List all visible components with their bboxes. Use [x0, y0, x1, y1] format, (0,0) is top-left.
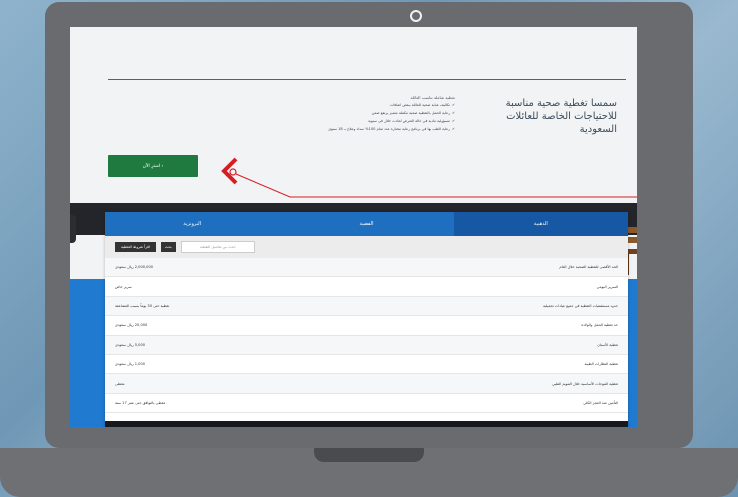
feature-item: ✔تكاليف عناية صحية للعائلة ببعض اضافات — [389, 103, 455, 107]
features-heading: تغطية شاملة تناسب العائلة — [410, 95, 455, 100]
table-row: 20,000 ريال سعودي حد تغطية الحمل والولادة — [105, 316, 628, 336]
panel-footer — [105, 421, 628, 427]
plan-tabs: الذهبية الفضية البرونزية — [105, 212, 628, 236]
panel-toolbar: اقرأ شروط التغطية بحث ابحث من تفاصيل الت… — [105, 236, 628, 258]
row-label: السرير اليومي — [596, 284, 618, 289]
check-icon: ✔ — [451, 111, 455, 115]
row-label: حد تغطية الحمل والولادة — [581, 323, 618, 328]
chevron-left-icon — [221, 157, 238, 185]
hero-title: سمسا تغطية صحية مناسبة للاحتياجات الخاصة… — [505, 98, 617, 135]
row-label: تغطية الأسنان — [597, 342, 618, 347]
row-value: 2,000,000 ريال سعودي — [115, 265, 154, 270]
check-icon: ✔ — [451, 103, 455, 107]
coverage-terms-button[interactable]: اقرأ شروط التغطية — [115, 242, 156, 252]
coverage-table: 2,000,000 ريال سعودي الحد الأقصى للتغطية … — [105, 258, 628, 414]
check-icon: ✔ — [451, 119, 455, 123]
table-row: 2,000,000 ريال سعودي الحد الأقصى للتغطية … — [105, 258, 628, 278]
row-value: 1,000 ريال سعودي — [115, 362, 146, 367]
row-value: تغطية حتى 30 يوماً بسبب المضاعفة — [115, 303, 170, 308]
row-label: التأمين ضد العجز الكلي — [583, 400, 618, 405]
coverage-panel: الذهبية الفضية البرونزية اقرأ شروط التغط… — [105, 212, 628, 427]
check-icon: ✔ — [451, 127, 455, 131]
feature-item: ✔رعاية الحمل بالتغطية صحية مكملة متميز ي… — [371, 111, 455, 115]
buy-now-button[interactable]: اشترِ الآن › — [108, 155, 198, 177]
section-divider — [108, 79, 626, 80]
feature-item: ✔رعاية الطب بها في برنامج رعاية مختارة ع… — [328, 127, 455, 131]
search-input[interactable]: ابحث من تفاصيل التغطية — [180, 241, 255, 253]
search-button[interactable]: بحث — [160, 242, 176, 252]
tab-bronze[interactable]: البرونزية — [105, 212, 279, 236]
camera-icon — [410, 10, 422, 22]
row-value: سرير خاص — [115, 284, 132, 289]
table-row: سرير خاص السرير اليومي — [105, 277, 628, 297]
row-label: حدود مستشفيات التغطية في جميع عيادات تجم… — [543, 303, 618, 308]
features-list: تغطية شاملة تناسب العائلة ✔تكاليف عناية … — [305, 95, 455, 135]
tab-gold[interactable]: الذهبية — [453, 212, 628, 236]
table-row: 5,000 ريال سعودي تغطية الأسنان — [105, 335, 628, 355]
row-label: تغطية النظارات الطبية — [584, 362, 618, 367]
table-row: 1,000 ريال سعودي تغطية النظارات الطبية — [105, 355, 628, 375]
laptop-screen: سمسا تغطية صحية مناسبة للاحتياجات الخاصة… — [70, 27, 637, 427]
feature-item: ✔مسؤولية مادية في حالة التعرض لحادث خلال… — [368, 119, 455, 123]
row-value: مغطى بالتوافق حتى عمر 17 سنة — [115, 400, 166, 405]
row-label: الحد الأقصى للتغطية الصحية خلال العام — [559, 265, 618, 270]
background-shape — [70, 215, 76, 243]
tab-silver[interactable]: الفضية — [279, 212, 453, 236]
table-row: تغطية حتى 30 يوماً بسبب المضاعفة حدود مست… — [105, 296, 628, 317]
table-row: مغطى تغطية الموجات الأساسية خلال التنويم … — [105, 374, 628, 394]
row-value: 20,000 ريال سعودي — [115, 323, 148, 328]
row-value: 5,000 ريال سعودي — [115, 342, 146, 347]
laptop-notch — [314, 448, 424, 462]
row-label: تغطية الموجات الأساسية خلال التنويم الطب… — [552, 381, 618, 386]
table-row: مغطى بالتوافق حتى عمر 17 سنة التأمين ضد ا… — [105, 394, 628, 414]
row-value: مغطى — [115, 381, 125, 386]
